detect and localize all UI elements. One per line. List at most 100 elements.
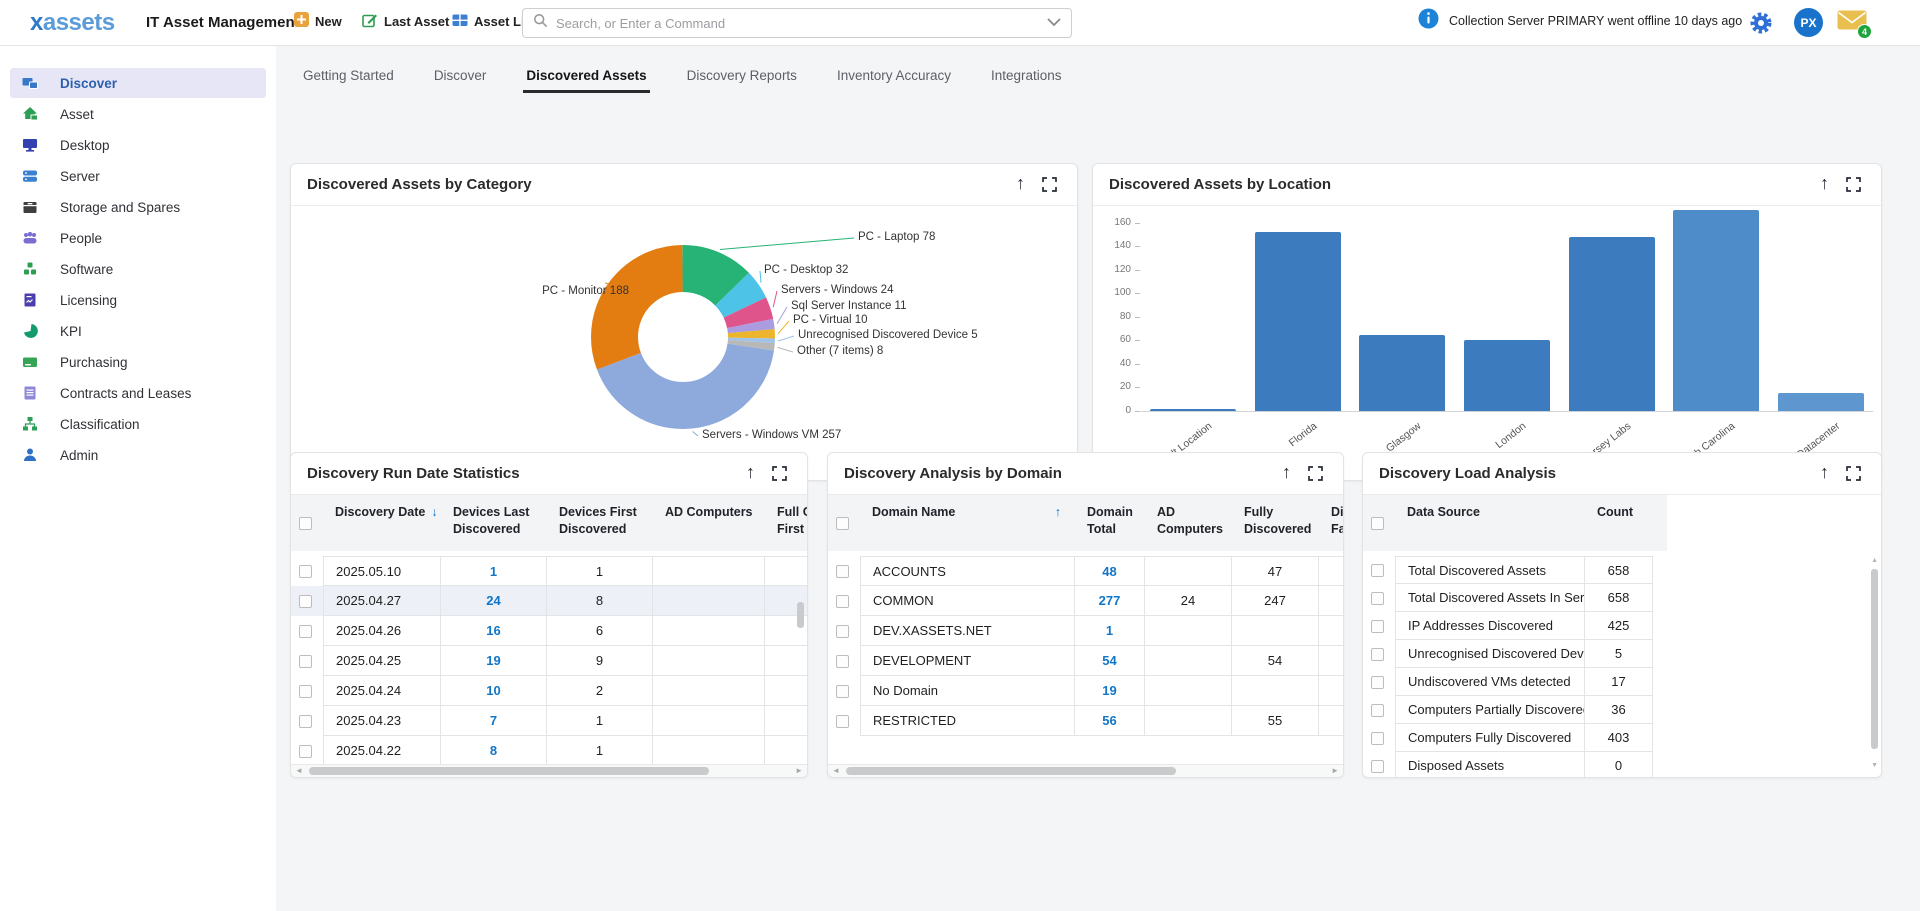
row-checkbox[interactable]	[299, 685, 312, 698]
sidebar-item-admin[interactable]: Admin	[10, 440, 266, 470]
sidebar-item-storage-and-spares[interactable]: Storage and Spares	[10, 192, 266, 222]
cell-link[interactable]: 1	[490, 564, 497, 579]
row-checkbox[interactable]	[1371, 704, 1384, 717]
row-checkbox[interactable]	[1371, 648, 1384, 661]
sidebar-item-purchasing[interactable]: Purchasing	[10, 347, 266, 377]
new-button[interactable]: New	[294, 12, 342, 30]
tab-discovery-reports[interactable]: Discovery Reports	[687, 68, 797, 93]
row-checkbox[interactable]	[299, 595, 312, 608]
v-scrollbar-thumb[interactable]	[797, 602, 804, 628]
info-icon[interactable]	[1418, 8, 1439, 34]
row-checkbox[interactable]	[299, 745, 312, 758]
cell-link[interactable]: 56	[1102, 713, 1116, 728]
server-icon	[22, 168, 38, 184]
export-up-icon[interactable]: ↑	[1820, 462, 1829, 483]
row-checkbox[interactable]	[836, 595, 849, 608]
tab-discover[interactable]: Discover	[434, 68, 487, 93]
chevron-down-icon[interactable]	[1047, 14, 1061, 32]
export-up-icon[interactable]: ↑	[1016, 173, 1025, 194]
v-scrollbar-thumb[interactable]	[1871, 569, 1878, 749]
tab-getting-started[interactable]: Getting Started	[303, 68, 394, 93]
scroll-right-icon[interactable]: ►	[795, 766, 803, 775]
table-cell	[1319, 706, 1344, 736]
scroll-up-icon[interactable]: ▲	[1871, 557, 1878, 564]
fullscreen-icon[interactable]	[772, 466, 787, 486]
row-checkbox[interactable]	[836, 715, 849, 728]
cell-link[interactable]: 19	[486, 653, 500, 668]
search-input[interactable]	[556, 16, 1047, 31]
tab-discovered-assets[interactable]: Discovered Assets	[526, 68, 646, 93]
panel-header: Discovered Assets by Category ↑	[291, 164, 1077, 206]
export-up-icon[interactable]: ↑	[746, 462, 755, 483]
row-checkbox[interactable]	[1371, 592, 1384, 605]
table-row: Total Discovered Assets In Service658	[1363, 584, 1881, 612]
row-checkbox[interactable]	[1371, 620, 1384, 633]
scroll-left-icon[interactable]: ◄	[832, 766, 840, 775]
sidebar-item-software[interactable]: Software	[10, 254, 266, 284]
sidebar-item-kpi[interactable]: KPI	[10, 316, 266, 346]
row-checkbox[interactable]	[299, 715, 312, 728]
scroll-left-icon[interactable]: ◄	[295, 766, 303, 775]
cell-link[interactable]: 8	[490, 743, 497, 758]
tab-inventory-accuracy[interactable]: Inventory Accuracy	[837, 68, 951, 93]
sidebar-item-contracts-and-leases[interactable]: Contracts and Leases	[10, 378, 266, 408]
row-checkbox[interactable]	[836, 685, 849, 698]
sidebar-item-classification[interactable]: Classification	[10, 409, 266, 439]
row-checkbox[interactable]	[1371, 676, 1384, 689]
table-cell: 247	[1232, 586, 1319, 616]
cell-link[interactable]: 10	[486, 683, 500, 698]
sort-down-icon[interactable]: ↓	[431, 505, 437, 519]
fullscreen-icon[interactable]	[1846, 177, 1861, 197]
row-checkbox[interactable]	[836, 565, 849, 578]
tab-integrations[interactable]: Integrations	[991, 68, 1062, 93]
table-cell: Computers Partially Discovered	[1395, 696, 1585, 724]
table-cell	[1319, 676, 1344, 706]
xassets-logo[interactable]: xassets	[30, 9, 115, 37]
cell-link[interactable]: 54	[1102, 653, 1116, 668]
row-checkbox[interactable]	[299, 655, 312, 668]
last-asset-button[interactable]: Last Asset	[362, 12, 449, 31]
sidebar-item-discover[interactable]: Discover	[10, 68, 266, 98]
select-all-checkbox[interactable]	[836, 517, 849, 530]
select-all-checkbox[interactable]	[299, 517, 312, 530]
scroll-down-icon[interactable]: ▼	[1871, 762, 1878, 769]
cell-link[interactable]: 7	[490, 713, 497, 728]
h-scrollbar-thumb[interactable]	[309, 767, 709, 775]
panel-discovered-assets-by-category: Discovered Assets by Category ↑ PC - Lap…	[290, 163, 1078, 481]
export-up-icon[interactable]: ↑	[1820, 173, 1829, 194]
sidebar-item-server[interactable]: Server	[10, 161, 266, 191]
sidebar-item-people[interactable]: People	[10, 223, 266, 253]
cell-link[interactable]: 1	[1106, 623, 1113, 638]
h-scrollbar-thumb[interactable]	[846, 767, 1176, 775]
scroll-right-icon[interactable]: ►	[1331, 766, 1339, 775]
sidebar-item-desktop[interactable]: Desktop	[10, 130, 266, 160]
cell-link[interactable]: 48	[1102, 564, 1116, 579]
cell-link[interactable]: 24	[486, 593, 500, 608]
row-checkbox[interactable]	[836, 655, 849, 668]
user-avatar[interactable]: PX	[1794, 8, 1823, 37]
row-checkbox[interactable]	[1371, 732, 1384, 745]
select-all-checkbox[interactable]	[1371, 517, 1384, 530]
sidebar-item-licensing[interactable]: Licensing	[10, 285, 266, 315]
table-row: COMMON27724247	[828, 586, 1343, 616]
cell-link[interactable]: 19	[1102, 683, 1116, 698]
row-checkbox[interactable]	[1371, 760, 1384, 773]
row-checkbox[interactable]	[836, 625, 849, 638]
export-up-icon[interactable]: ↑	[1282, 462, 1291, 483]
fullscreen-icon[interactable]	[1846, 466, 1861, 486]
sidebar-item-asset[interactable]: Asset	[10, 99, 266, 129]
row-checkbox[interactable]	[299, 625, 312, 638]
row-checkbox[interactable]	[1371, 564, 1384, 577]
table-cell: 2025.05.10	[323, 556, 441, 586]
fullscreen-icon[interactable]	[1308, 466, 1323, 486]
table-cell	[1145, 706, 1232, 736]
cell-link[interactable]: 277	[1099, 593, 1121, 608]
column-header: Devices LastDiscovered	[453, 495, 547, 551]
sidebar-item-label: Admin	[60, 448, 98, 463]
cell-link[interactable]: 16	[486, 623, 500, 638]
table-cell	[653, 616, 765, 646]
row-checkbox[interactable]	[299, 565, 312, 578]
gear-icon[interactable]	[1749, 11, 1773, 40]
fullscreen-icon[interactable]	[1042, 177, 1057, 197]
sort-up-icon[interactable]: ↑	[1055, 504, 1061, 521]
